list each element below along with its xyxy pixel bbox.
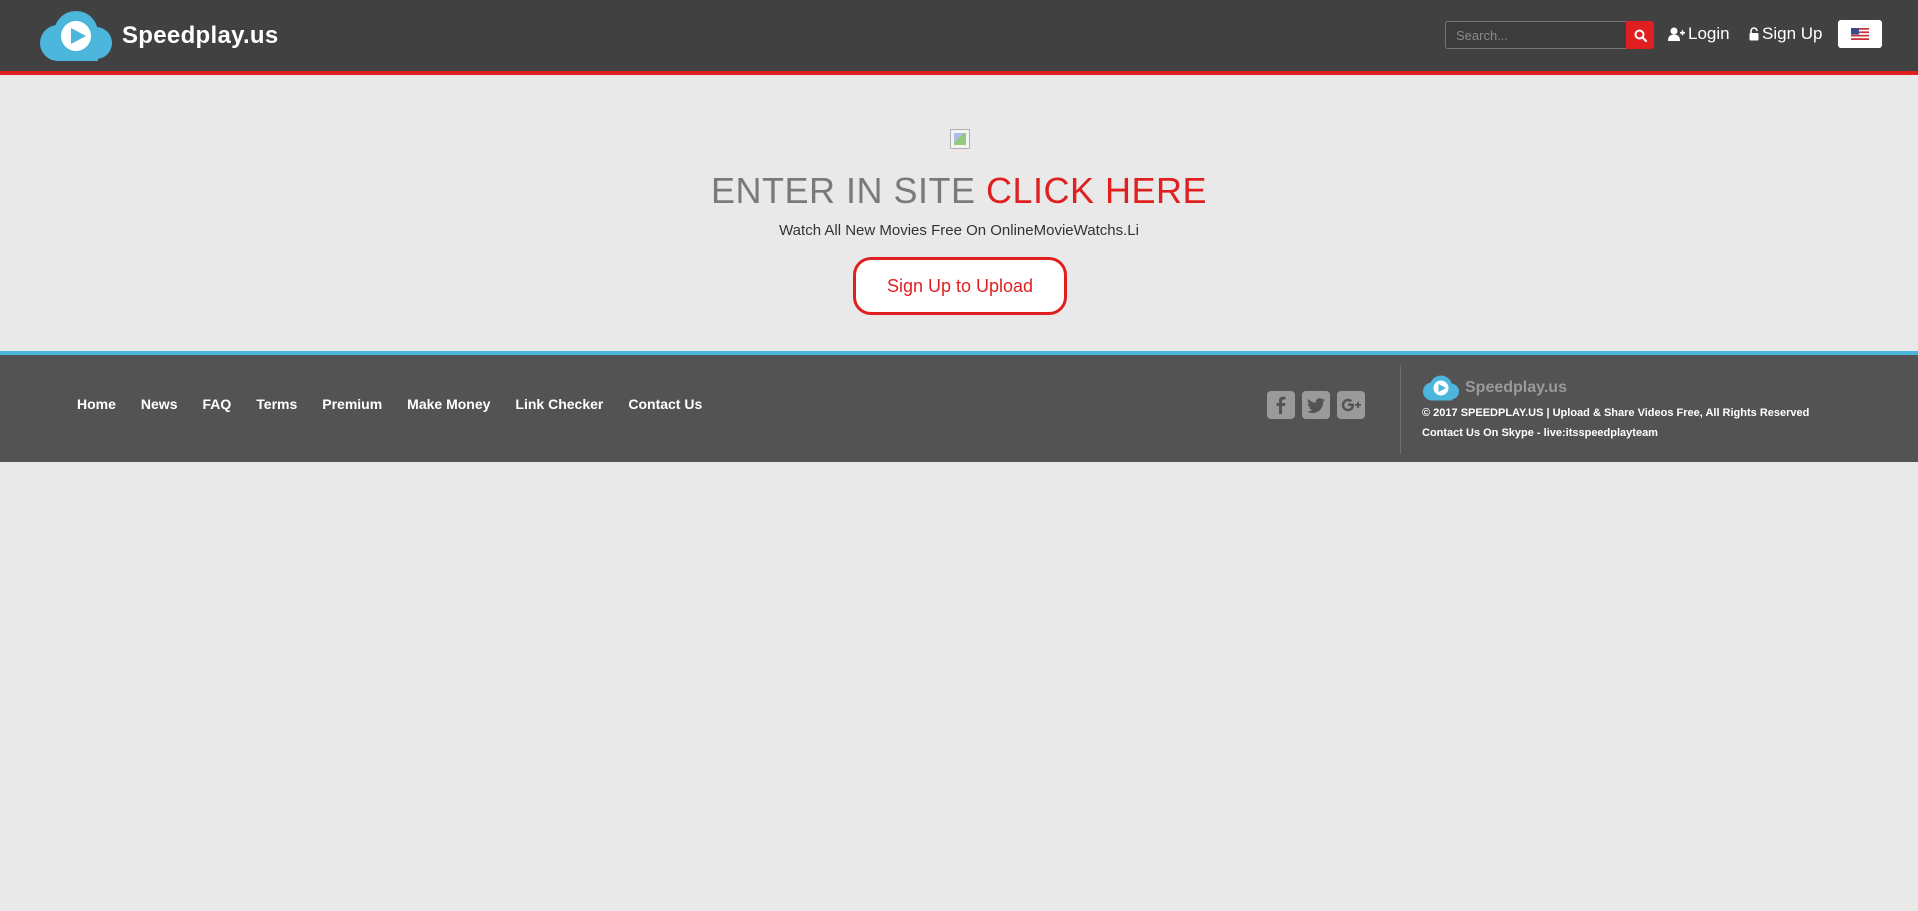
search-icon bbox=[1634, 29, 1647, 42]
footer-link-premium[interactable]: Premium bbox=[322, 396, 382, 412]
enter-site-text: ENTER IN SITE bbox=[710, 170, 976, 211]
enter-site-heading: ENTER IN SITE CLICK HERE bbox=[0, 170, 1918, 212]
search-input[interactable] bbox=[1445, 21, 1626, 49]
footer-link-link-checker[interactable]: Link Checker bbox=[515, 396, 603, 412]
lock-icon bbox=[1749, 27, 1759, 41]
language-selector[interactable] bbox=[1838, 20, 1882, 48]
footer-link-contact-us[interactable]: Contact Us bbox=[628, 396, 702, 412]
footer-link-make-money[interactable]: Make Money bbox=[407, 396, 490, 412]
site-header: Speedplay.us Login Sign Up bbox=[0, 0, 1918, 75]
google-plus-button[interactable] bbox=[1337, 391, 1365, 419]
site-logo[interactable]: Speedplay.us bbox=[36, 9, 279, 63]
login-label: Login bbox=[1688, 24, 1730, 43]
cloud-play-logo-icon bbox=[1423, 375, 1459, 401]
search-button[interactable] bbox=[1626, 21, 1654, 49]
footer-nav: Home News FAQ Terms Premium Make Money L… bbox=[77, 396, 727, 412]
facebook-icon bbox=[1276, 396, 1286, 414]
search-box bbox=[1445, 21, 1654, 49]
footer-brand-text: Speedplay.us bbox=[1465, 379, 1567, 396]
footer-link-faq[interactable]: FAQ bbox=[202, 396, 231, 412]
google-plus-icon bbox=[1341, 398, 1361, 412]
sign-up-to-upload-button[interactable]: Sign Up to Upload bbox=[853, 257, 1067, 315]
footer-link-news[interactable]: News bbox=[141, 396, 178, 412]
facebook-button[interactable] bbox=[1267, 391, 1295, 419]
footer-link-terms[interactable]: Terms bbox=[256, 396, 297, 412]
twitter-button[interactable] bbox=[1302, 391, 1330, 419]
cloud-play-logo-icon bbox=[40, 11, 112, 61]
footer-brand: Speedplay.us bbox=[1421, 374, 1567, 402]
user-plus-icon bbox=[1668, 27, 1685, 41]
logo-text: Speedplay.us bbox=[122, 22, 279, 49]
twitter-icon bbox=[1307, 397, 1325, 413]
subtitle-text: Watch All New Movies Free On OnlineMovie… bbox=[779, 222, 1139, 239]
site-footer: Home News FAQ Terms Premium Make Money L… bbox=[0, 351, 1918, 462]
login-link[interactable]: Login bbox=[1668, 24, 1730, 44]
footer-link-home[interactable]: Home bbox=[77, 396, 116, 412]
signup-label: Sign Up bbox=[1762, 24, 1823, 43]
skype-contact-text: Contact Us On Skype - live:itsspeedplayt… bbox=[1422, 427, 1658, 439]
click-here-link[interactable]: CLICK HERE bbox=[986, 170, 1207, 211]
us-flag-icon bbox=[1851, 28, 1869, 40]
broken-image bbox=[950, 129, 970, 149]
signup-link[interactable]: Sign Up bbox=[1749, 24, 1822, 44]
copyright-text: © 2017 SPEEDPLAY.US | Upload & Share Vid… bbox=[1422, 407, 1810, 419]
footer-divider bbox=[1400, 365, 1401, 454]
